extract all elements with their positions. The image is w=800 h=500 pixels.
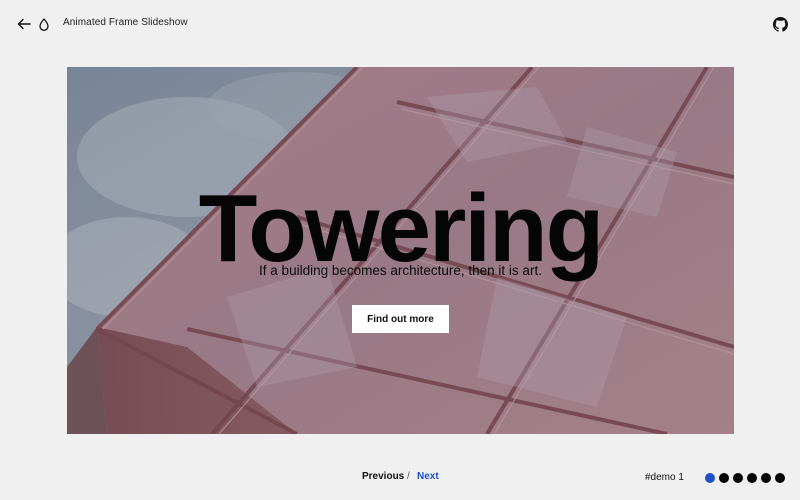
demo-pagination bbox=[705, 473, 785, 483]
demo-dot-3[interactable] bbox=[733, 473, 743, 483]
page: Animated Frame Slideshow Towering If a b… bbox=[0, 0, 800, 500]
demo-label: #demo 1 bbox=[645, 472, 684, 483]
demo-dot-2[interactable] bbox=[719, 473, 729, 483]
next-link[interactable]: Next bbox=[417, 471, 439, 482]
demo-dot-5[interactable] bbox=[761, 473, 771, 483]
demo-dot-1[interactable] bbox=[705, 473, 715, 483]
slide-subtitle: If a building becomes architecture, then… bbox=[259, 263, 542, 278]
github-icon[interactable] bbox=[772, 16, 788, 32]
demo-dot-4[interactable] bbox=[747, 473, 757, 483]
droplet-icon[interactable] bbox=[38, 16, 50, 32]
find-out-more-button[interactable]: Find out more bbox=[352, 305, 449, 333]
slide-frame: Towering If a building becomes architect… bbox=[67, 67, 734, 434]
app-title: Animated Frame Slideshow bbox=[63, 17, 188, 28]
arrow-left-icon[interactable] bbox=[16, 16, 32, 32]
demo-dot-6[interactable] bbox=[775, 473, 785, 483]
previous-link[interactable]: Previous bbox=[362, 471, 404, 482]
nav-separator: / bbox=[407, 471, 410, 482]
header: Animated Frame Slideshow bbox=[0, 0, 800, 46]
